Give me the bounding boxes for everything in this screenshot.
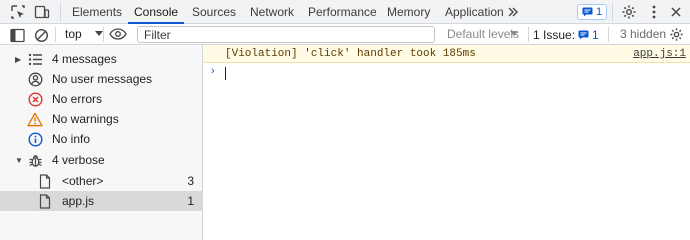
error-icon <box>27 91 43 107</box>
sidebar-item-verbose[interactable]: ▼ 4 verbose <box>0 150 202 170</box>
sidebar-item-errors[interactable]: No errors <box>0 89 202 109</box>
devtools-tab-bar: Elements Console Sources Network Perform… <box>0 0 690 24</box>
toolbar-divider <box>103 27 104 42</box>
sidebar-item-label: 4 messages <box>52 52 117 66</box>
context-label: top <box>65 27 82 41</box>
issues-counter-count: 1 <box>592 27 599 42</box>
clear-console-icon[interactable] <box>31 25 51 45</box>
tab-console[interactable]: Console <box>127 0 185 24</box>
tab-elements[interactable]: Elements <box>72 0 122 24</box>
source-link[interactable]: app.js:1 <box>633 48 686 60</box>
gear-icon[interactable] <box>619 2 639 22</box>
sidebar-item-label: No warnings <box>52 112 119 126</box>
sidebar-item-label: 4 verbose <box>52 153 105 167</box>
sidebar-item-count: 3 <box>187 174 194 188</box>
tab-bar-divider <box>612 3 613 21</box>
gear-icon[interactable] <box>666 24 686 44</box>
expand-triangle-icon[interactable]: ▶ <box>15 55 21 64</box>
caret-down-icon <box>95 31 103 36</box>
issues-counter-label: 1 Issue: <box>533 27 576 42</box>
tab-sources[interactable]: Sources <box>192 0 236 24</box>
console-message-violation: [Violation] 'click' handler took 185ms a… <box>203 45 690 63</box>
file-icon <box>37 193 53 209</box>
bug-icon <box>27 152 43 168</box>
toolbar-divider <box>528 27 529 42</box>
sidebar-item-info[interactable]: No info <box>0 129 202 149</box>
tab-network[interactable]: Network <box>250 0 294 24</box>
tab-memory[interactable]: Memory <box>387 0 430 24</box>
sidebar-item-label: app.js <box>62 194 95 208</box>
warning-icon <box>27 111 43 127</box>
message-icon <box>578 30 589 39</box>
console-sidebar: ▶ 4 messages No user messages No errors … <box>0 45 203 240</box>
inspect-element-icon[interactable] <box>8 2 28 22</box>
close-icon[interactable] <box>666 2 686 22</box>
sidebar-item-user-messages[interactable]: No user messages <box>0 69 202 89</box>
message-icon <box>582 7 593 17</box>
issues-badge[interactable]: 1 <box>577 4 608 20</box>
issues-badge-count: 1 <box>596 6 603 18</box>
prompt-chevron-icon: › <box>211 65 215 77</box>
tab-bar-divider <box>60 3 61 21</box>
text-caret <box>225 67 226 80</box>
device-toolbar-icon[interactable] <box>32 2 52 22</box>
context-selector[interactable]: top <box>65 27 103 41</box>
sidebar-item-label: No user messages <box>52 72 153 86</box>
caret-down-icon <box>510 31 518 36</box>
toolbar-divider <box>608 27 609 42</box>
eye-icon[interactable] <box>108 24 128 44</box>
violation-message-text: [Violation] 'click' handler took 185ms <box>225 48 476 60</box>
sidebar-item-messages[interactable]: ▶ 4 messages <box>0 49 202 69</box>
file-icon <box>37 173 53 189</box>
toolbar-divider <box>55 27 56 42</box>
chevron-double-right-icon[interactable] <box>505 2 521 22</box>
sidebar-toggle-icon[interactable] <box>7 25 27 45</box>
sidebar-item-other[interactable]: <other> 3 <box>0 171 202 191</box>
sidebar-item-warnings[interactable]: No warnings <box>0 109 202 129</box>
sidebar-item-label: No errors <box>52 92 103 106</box>
info-icon <box>27 131 43 147</box>
sidebar-item-count: 1 <box>187 194 194 208</box>
console-toolbar: top Default levels 1 Issue: 1 3 hidden <box>0 24 690 45</box>
log-levels-label: Default levels <box>447 27 520 41</box>
hidden-messages-count: 3 hidden <box>620 27 667 41</box>
list-icon <box>27 51 43 67</box>
sidebar-item-label: <other> <box>62 174 104 188</box>
sidebar-item-label: No info <box>52 132 91 146</box>
tab-performance[interactable]: Performance <box>308 0 377 24</box>
sidebar-item-app-js[interactable]: app.js 1 <box>0 191 202 211</box>
log-levels-dropdown[interactable]: Default levels <box>447 27 519 41</box>
console-output[interactable]: [Violation] 'click' handler took 185ms a… <box>203 45 690 240</box>
tab-application[interactable]: Application <box>445 0 504 24</box>
more-options-icon[interactable] <box>644 2 664 22</box>
user-icon <box>27 71 43 87</box>
collapse-triangle-icon[interactable]: ▼ <box>15 156 23 165</box>
issues-counter-button[interactable]: 1 Issue: 1 <box>533 26 599 43</box>
filter-input[interactable] <box>137 26 435 43</box>
